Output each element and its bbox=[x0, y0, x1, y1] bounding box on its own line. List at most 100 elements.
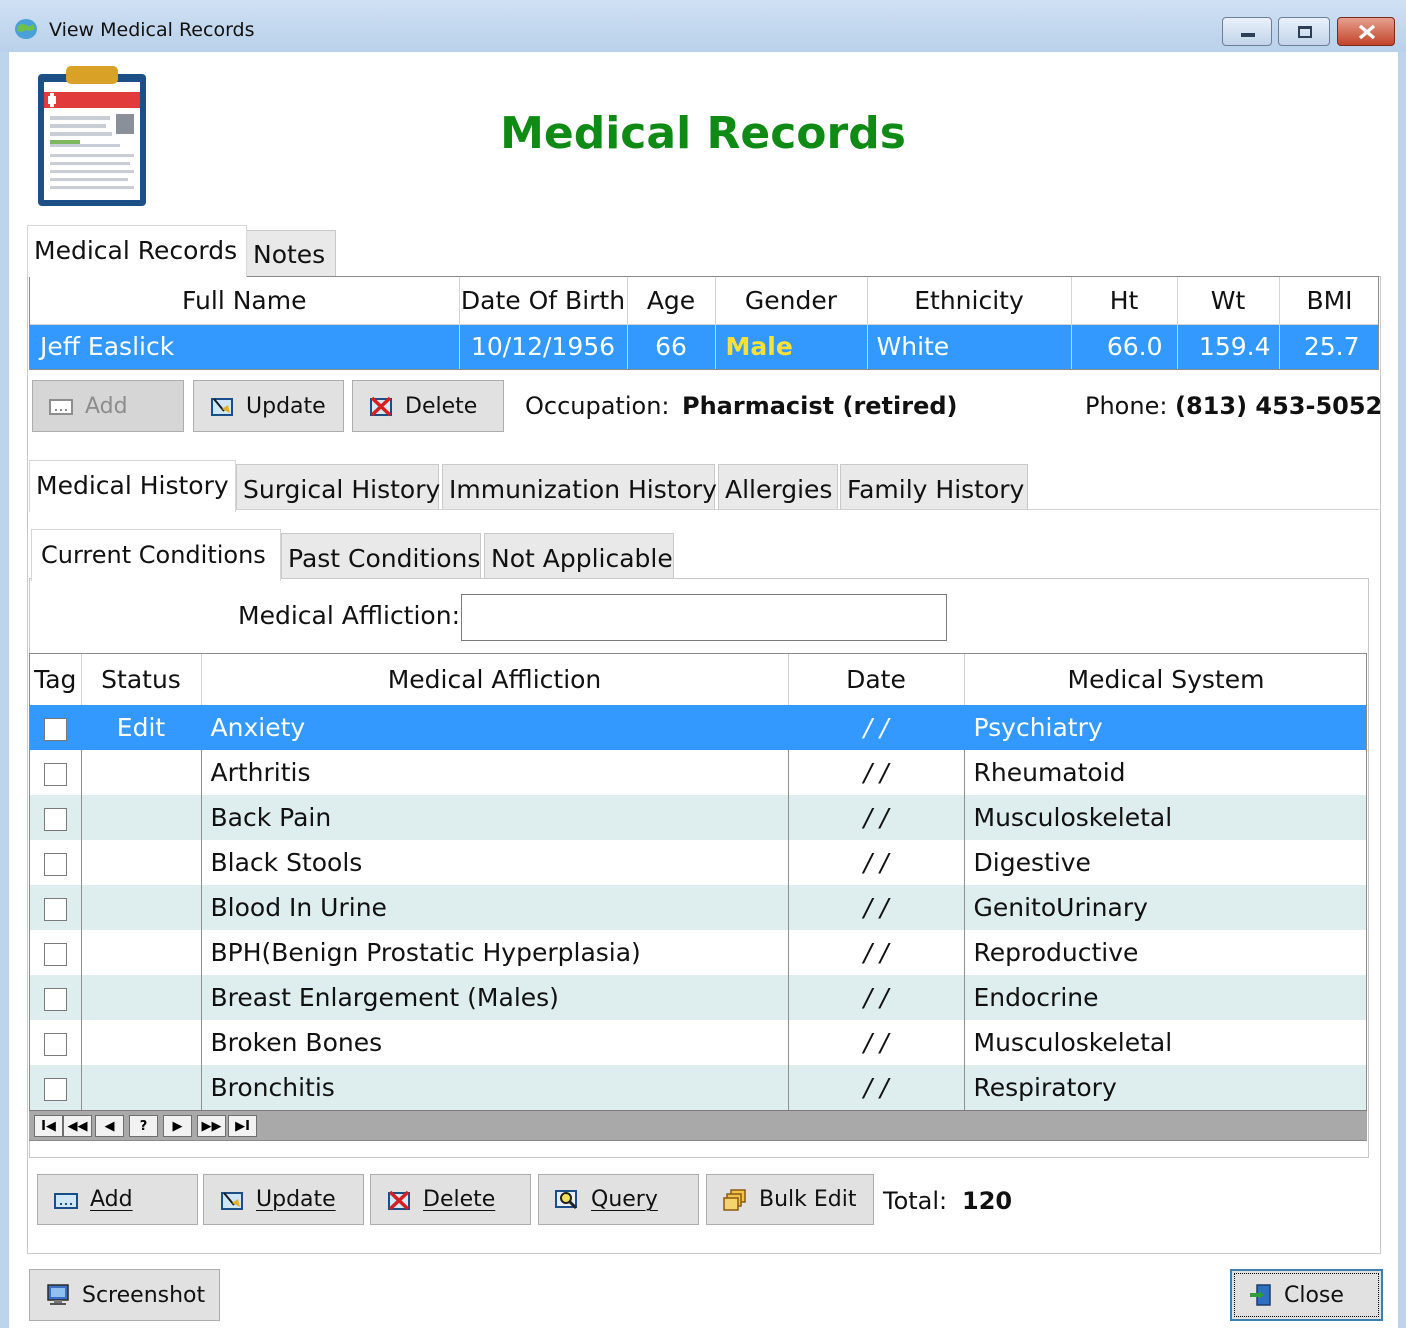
affliction-cell: Broken Bones bbox=[201, 1020, 789, 1065]
table-row[interactable]: Black Stools / / Digestive bbox=[30, 840, 1366, 885]
col-medical-affliction[interactable]: Medical Affliction bbox=[201, 654, 789, 705]
add-condition-label: Add bbox=[90, 1187, 133, 1212]
tag-cell bbox=[30, 1065, 82, 1110]
col-full-name[interactable]: Full Name bbox=[30, 277, 460, 325]
tab-medical-records[interactable]: Medical Records bbox=[27, 225, 247, 277]
maximize-button[interactable] bbox=[1278, 17, 1330, 46]
phone-label: Phone: bbox=[1085, 392, 1168, 420]
affliction-cell: Blood In Urine bbox=[201, 885, 789, 930]
system-cell: Reproductive bbox=[964, 930, 1366, 975]
tag-checkbox[interactable] bbox=[43, 897, 67, 921]
affliction-cell: Breast Enlargement (Males) bbox=[201, 975, 789, 1020]
tag-checkbox[interactable] bbox=[43, 987, 67, 1011]
tab-current-conditions[interactable]: Current Conditions bbox=[31, 529, 281, 581]
title-bar: View Medical Records bbox=[0, 0, 1406, 52]
maximize-icon bbox=[1298, 26, 1312, 38]
system-cell: Digestive bbox=[964, 840, 1366, 885]
col-bmi[interactable]: BMI bbox=[1279, 277, 1378, 325]
status-cell bbox=[81, 885, 202, 930]
patient-delete-button[interactable]: Delete bbox=[352, 380, 504, 432]
tab-notes[interactable]: Notes bbox=[246, 230, 336, 276]
patient-ethnicity: White bbox=[867, 324, 1072, 369]
tag-checkbox[interactable] bbox=[43, 1077, 67, 1101]
table-row[interactable]: Bronchitis / / Respiratory bbox=[30, 1065, 1366, 1110]
close-button[interactable]: Close bbox=[1230, 1269, 1383, 1321]
col-wt[interactable]: Wt bbox=[1177, 277, 1280, 325]
query-button[interactable]: Query bbox=[538, 1174, 699, 1225]
status-cell bbox=[81, 1065, 202, 1110]
system-cell: Endocrine bbox=[964, 975, 1366, 1020]
close-x-icon bbox=[1358, 24, 1376, 40]
nav-next-button[interactable]: ▶ bbox=[163, 1115, 192, 1137]
col-ht[interactable]: Ht bbox=[1071, 277, 1178, 325]
query-search-icon bbox=[555, 1189, 578, 1209]
patient-wt: 159.4 bbox=[1177, 324, 1280, 369]
screenshot-button[interactable]: Screenshot bbox=[29, 1269, 220, 1321]
patient-bmi: 25.7 bbox=[1279, 324, 1378, 369]
nav-prev-page-button[interactable]: ◀◀ bbox=[63, 1115, 92, 1137]
col-status[interactable]: Status bbox=[81, 654, 202, 705]
col-date[interactable]: Date bbox=[788, 654, 965, 705]
tab-surgical-history[interactable]: Surgical History bbox=[236, 464, 440, 510]
tag-cell bbox=[30, 975, 82, 1020]
tag-cell bbox=[30, 885, 82, 930]
tag-cell bbox=[30, 750, 82, 795]
minimize-button[interactable] bbox=[1222, 17, 1272, 46]
date-cell: / / bbox=[788, 705, 965, 750]
grid-navigator: I◀ ◀◀ ◀ ? ▶ ▶▶ ▶I bbox=[29, 1110, 1367, 1140]
col-tag[interactable]: Tag bbox=[30, 654, 82, 705]
tab-not-applicable[interactable]: Not Applicable bbox=[484, 533, 674, 579]
table-row[interactable]: Back Pain / / Musculoskeletal bbox=[30, 795, 1366, 840]
col-gender[interactable]: Gender bbox=[715, 277, 868, 325]
tag-checkbox[interactable] bbox=[43, 942, 67, 966]
affliction-cell: Back Pain bbox=[201, 795, 789, 840]
tab-medical-history[interactable]: Medical History bbox=[29, 460, 236, 512]
nav-last-button[interactable]: ▶I bbox=[228, 1115, 257, 1137]
tag-cell bbox=[30, 840, 82, 885]
patient-ht: 66.0 bbox=[1071, 324, 1178, 369]
table-row[interactable]: Broken Bones / / Musculoskeletal bbox=[30, 1020, 1366, 1065]
tag-checkbox[interactable] bbox=[43, 807, 67, 831]
bulk-edit-button[interactable]: Bulk Edit bbox=[706, 1174, 874, 1225]
table-row[interactable]: Blood In Urine / / GenitoUrinary bbox=[30, 885, 1366, 930]
exit-door-icon bbox=[1250, 1284, 1271, 1306]
total-label: Total: bbox=[883, 1187, 948, 1215]
table-row[interactable]: Arthritis / / Rheumatoid bbox=[30, 750, 1366, 795]
update-condition-button[interactable]: Update bbox=[203, 1174, 364, 1225]
status-cell bbox=[81, 795, 202, 840]
patient-dob: 10/12/1956 bbox=[459, 324, 628, 369]
table-row[interactable]: Edit Anxiety / / Psychiatry bbox=[30, 705, 1366, 750]
window-close-button[interactable] bbox=[1337, 17, 1395, 46]
nav-prev-button[interactable]: ◀ bbox=[95, 1115, 124, 1137]
tab-immunization-history[interactable]: Immunization History bbox=[442, 464, 717, 510]
tab-allergies[interactable]: Allergies bbox=[718, 464, 838, 510]
conditions-grid[interactable]: Tag Status Medical Affliction Date Medic… bbox=[29, 653, 1367, 1141]
tag-checkbox[interactable] bbox=[43, 717, 67, 741]
col-medical-system[interactable]: Medical System bbox=[964, 654, 1366, 705]
patient-row[interactable]: Jeff Easlick 10/12/1956 66 Male White 66… bbox=[30, 324, 1378, 369]
nav-first-button[interactable]: I◀ bbox=[34, 1115, 63, 1137]
delete-condition-button[interactable]: Delete bbox=[370, 1174, 531, 1225]
tab-family-history[interactable]: Family History bbox=[840, 464, 1028, 510]
col-date-of-birth[interactable]: Date Of Birth bbox=[459, 277, 628, 325]
tag-checkbox[interactable] bbox=[43, 762, 67, 786]
tab-past-conditions[interactable]: Past Conditions bbox=[281, 533, 481, 579]
phone-value: (813) 453-5052 bbox=[1175, 392, 1383, 420]
patient-grid[interactable]: Full Name Date Of Birth Age Gender Ethni… bbox=[29, 276, 1379, 370]
date-cell: / / bbox=[788, 885, 965, 930]
table-row[interactable]: Breast Enlargement (Males) / / Endocrine bbox=[30, 975, 1366, 1020]
affliction-filter-input[interactable] bbox=[461, 594, 947, 641]
table-row[interactable]: BPH(Benign Prostatic Hyperplasia) / / Re… bbox=[30, 930, 1366, 975]
add-condition-button[interactable]: Add bbox=[37, 1174, 198, 1225]
patient-update-button[interactable]: Update bbox=[193, 380, 344, 432]
nav-help-button[interactable]: ? bbox=[129, 1115, 158, 1137]
col-ethnicity[interactable]: Ethnicity bbox=[867, 277, 1072, 325]
patient-add-button[interactable]: Add bbox=[32, 380, 184, 432]
tag-checkbox[interactable] bbox=[43, 852, 67, 876]
tag-checkbox[interactable] bbox=[43, 1032, 67, 1056]
nav-next-page-button[interactable]: ▶▶ bbox=[197, 1115, 226, 1137]
update-edit-icon bbox=[211, 398, 233, 416]
query-label: Query bbox=[591, 1187, 658, 1212]
patient-full-name: Jeff Easlick bbox=[30, 324, 460, 369]
col-age[interactable]: Age bbox=[627, 277, 716, 325]
